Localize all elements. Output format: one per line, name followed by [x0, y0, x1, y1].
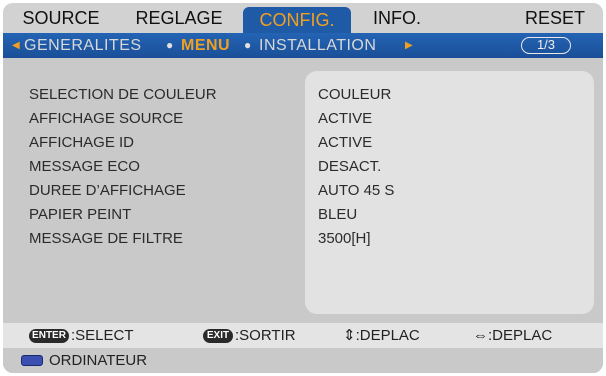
help-exit-text: :SORTIR — [235, 327, 296, 344]
setting-label: AFFICHAGE ID — [29, 134, 135, 151]
tab-config[interactable]: CONFIG. — [243, 7, 351, 33]
setting-label: AFFICHAGE SOURCE — [29, 110, 184, 127]
separator-dot-icon: ● — [166, 38, 174, 52]
source-label: ORDINATEUR — [49, 352, 148, 369]
tab-reglage[interactable]: REGLAGE — [133, 3, 225, 33]
setting-value-message-de-filtre[interactable]: 3500[H] — [318, 229, 371, 249]
help-select-text: :SELECT — [71, 327, 134, 344]
setting-value-message-eco[interactable]: DESACT. — [318, 157, 381, 177]
setting-value-papier-peint[interactable]: BLEU — [318, 205, 357, 225]
subtab-installation[interactable]: INSTALLATION — [259, 33, 376, 58]
subtab-generalites[interactable]: GENERALITES — [24, 33, 142, 58]
arrow-right-icon[interactable]: ▶ — [405, 33, 413, 58]
main-tab-bar: SOURCE REGLAGE CONFIG. INFO. RESET — [3, 3, 603, 33]
exit-key-icon: EXIT — [203, 329, 233, 343]
setting-label: PAPIER PEINT — [29, 206, 132, 223]
page-indicator: 1/3 — [521, 37, 571, 54]
sub-tab-bar: ◀ GENERALITES ● MENU ● INSTALLATION ▶ 1/… — [3, 33, 603, 58]
setting-label: MESSAGE DE FILTRE — [29, 230, 183, 247]
monitor-icon — [21, 355, 43, 366]
tab-info[interactable]: INFO. — [367, 3, 427, 33]
setting-value-selection-de-couleur[interactable]: COULEUR — [318, 85, 391, 105]
setting-label: SELECTION DE COULEUR — [29, 86, 217, 103]
tab-source[interactable]: SOURCE — [21, 3, 101, 33]
settings-panel: SELECTION DE COULEUR COULEUR AFFICHAGE S… — [3, 58, 603, 323]
help-bar: ENTER :SELECT EXIT :SORTIR ⇕:DEPLAC ⇔:DE… — [3, 323, 603, 348]
projector-osd-menu: SOURCE REGLAGE CONFIG. INFO. RESET ◀ GEN… — [3, 3, 603, 373]
subtab-menu[interactable]: MENU — [181, 33, 230, 58]
setting-label: MESSAGE ECO — [29, 158, 140, 175]
tab-reset[interactable]: RESET — [523, 3, 587, 33]
help-leftright-text: ⇔:DEPLAC — [473, 327, 553, 344]
setting-value-duree-affichage[interactable]: AUTO 45 S — [318, 181, 394, 201]
help-updown-text: ⇕:DEPLAC — [343, 327, 420, 344]
setting-value-affichage-source[interactable]: ACTIVE — [318, 109, 372, 129]
separator-dot-icon: ● — [244, 38, 252, 52]
setting-label: DUREE D’AFFICHAGE — [29, 182, 186, 199]
enter-key-icon: ENTER — [29, 329, 69, 343]
arrow-left-icon[interactable]: ◀ — [12, 33, 20, 58]
setting-value-affichage-id[interactable]: ACTIVE — [318, 133, 372, 153]
source-bar: ORDINATEUR — [3, 348, 603, 373]
